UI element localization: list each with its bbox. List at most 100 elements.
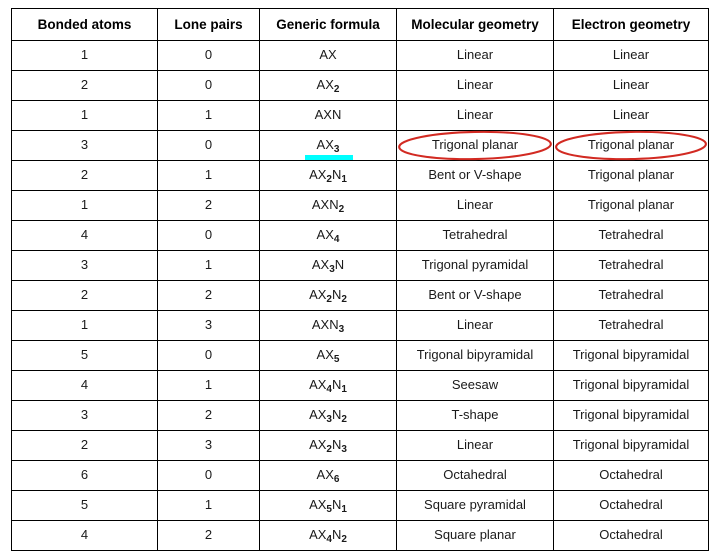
cell-electron-geometry: Octahedral <box>553 460 709 491</box>
table-header-row: Bonded atoms Lone pairs Generic formula … <box>11 8 709 41</box>
cell-generic-formula: AX5N1 <box>259 490 397 521</box>
cell-electron-geometry-text: Linear <box>612 77 650 93</box>
cell-lone-pairs: 0 <box>157 340 260 371</box>
cell-molecular-geometry-text: Linear <box>456 197 494 213</box>
cell-lone-pairs: 1 <box>157 490 260 521</box>
table-row: 3 1 AX3N Trigonal pyramidal Tetrahedral <box>11 250 709 281</box>
formula-text: AXN3 <box>311 317 344 335</box>
cell-molecular-geometry-text: Tetrahedral <box>442 227 508 243</box>
table-row: 1 3 AXN3 Linear Tetrahedral <box>11 310 709 341</box>
cell-bonded-atoms: 2 <box>11 280 158 311</box>
cell-molecular-geometry: Square pyramidal <box>396 490 554 521</box>
cell-bonded-atoms: 5 <box>11 490 158 521</box>
cell-bonded-atoms: 1 <box>11 190 158 221</box>
formula-subscript-x: 6 <box>333 474 340 486</box>
cell-molecular-geometry-text: Trigonal pyramidal <box>421 257 529 273</box>
table-row: 2 2 AX2N2 Bent or V-shape Tetrahedral <box>11 280 709 311</box>
cell-lone-pairs: 1 <box>157 100 260 131</box>
cell-generic-formula: AX3 <box>259 130 397 161</box>
cell-electron-geometry: Linear <box>553 100 709 131</box>
cell-generic-formula: AX5 <box>259 340 397 371</box>
cell-generic-formula: AXN3 <box>259 310 397 341</box>
formula-base: AX <box>309 167 327 183</box>
formula-text: AX4 <box>317 227 340 245</box>
cell-molecular-geometry: Tetrahedral <box>396 220 554 251</box>
cell-generic-formula: AX4 <box>259 220 397 251</box>
cell-lone-pairs: 3 <box>157 310 260 341</box>
formula-base: AX <box>316 467 334 483</box>
formula-nitrogen: N <box>331 527 342 543</box>
cell-bonded-atoms: 2 <box>11 160 158 191</box>
formula-text: AX2 <box>317 77 340 95</box>
cell-electron-geometry-text: Octahedral <box>599 467 663 483</box>
cell-bonded-atoms: 2 <box>11 430 158 461</box>
cell-lone-pairs: 0 <box>157 40 260 71</box>
cell-molecular-geometry: Trigonal pyramidal <box>396 250 554 281</box>
formula-base: AX <box>309 437 327 453</box>
column-header-lone-pairs: Lone pairs <box>157 8 260 41</box>
formula-text: AX2N3 <box>309 437 347 456</box>
formula-nitrogen: N <box>329 197 339 213</box>
cyan-highlight-underline <box>304 154 354 160</box>
cell-molecular-geometry: T-shape <box>396 400 554 431</box>
table-row: 1 0 AX Linear Linear <box>11 40 709 71</box>
formula-nitrogen: N <box>334 257 345 273</box>
cell-molecular-geometry: Linear <box>396 310 554 341</box>
cell-molecular-geometry-text: T-shape <box>451 407 499 423</box>
formula-text: AX5 <box>317 347 340 365</box>
formula-base: AX <box>319 47 337 63</box>
table-row: 4 1 AX4N1 Seesaw Trigonal bipyramidal <box>11 370 709 401</box>
formula-subscript-x: 3 <box>326 414 332 426</box>
cell-molecular-geometry: Bent or V-shape <box>396 280 554 311</box>
cell-electron-geometry-text: Linear <box>612 47 650 63</box>
cell-molecular-geometry: Linear <box>396 430 554 461</box>
cell-bonded-atoms: 6 <box>11 460 158 491</box>
cell-bonded-atoms: 5 <box>11 340 158 371</box>
cell-lone-pairs: 0 <box>157 220 260 251</box>
formula-nitrogen: N <box>331 437 342 453</box>
table-row: 1 1 AXN Linear Linear <box>11 100 709 131</box>
cell-electron-geometry: Linear <box>553 40 709 71</box>
table-body: 1 0 AX Linear Linear 2 0 AX2 Linear Linear 1 1 AXN Li… <box>11 40 709 551</box>
cell-electron-geometry: Trigonal planar <box>553 160 709 191</box>
cell-electron-geometry-text: Trigonal bipyramidal <box>572 347 690 363</box>
cell-electron-geometry: Trigonal planar <box>553 190 709 221</box>
formula-nitrogen: N <box>329 317 339 333</box>
cell-generic-formula: AX4N1 <box>259 370 397 401</box>
formula-text: AXN <box>315 107 342 123</box>
formula-subscript-n: 3 <box>341 444 347 456</box>
table-row: 5 1 AX5N1 Square pyramidal Octahedral <box>11 490 709 521</box>
formula-nitrogen: N <box>331 407 342 423</box>
table-row: 3 2 AX3N2 T-shape Trigonal bipyramidal <box>11 400 709 431</box>
formula-text: AX2N2 <box>309 287 347 306</box>
formula-base: AX <box>311 197 330 213</box>
formula-subscript-n: 2 <box>338 204 345 216</box>
cell-electron-geometry-text: Trigonal bipyramidal <box>572 407 690 423</box>
cell-molecular-geometry-text: Trigonal planar <box>431 137 519 153</box>
cell-electron-geometry-text: Tetrahedral <box>598 287 664 303</box>
cell-molecular-geometry-text: Bent or V-shape <box>428 287 522 303</box>
formula-base: AX <box>309 527 327 543</box>
cell-bonded-atoms: 1 <box>11 100 158 131</box>
cell-electron-geometry-text: Octahedral <box>599 527 663 543</box>
formula-nitrogen: N <box>331 107 342 123</box>
formula-text: AX4N2 <box>309 527 347 545</box>
cell-lone-pairs: 1 <box>157 160 260 191</box>
cell-lone-pairs: 1 <box>157 370 260 401</box>
formula-subscript-n: 1 <box>341 504 347 516</box>
cell-generic-formula: AX2N3 <box>259 430 397 461</box>
formula-text: AX3 <box>304 137 354 160</box>
cell-electron-geometry: Trigonal planar <box>553 130 709 161</box>
cell-electron-geometry: Trigonal bipyramidal <box>553 340 709 371</box>
column-header-bonded-atoms: Bonded atoms <box>11 8 158 41</box>
cell-molecular-geometry-text: Square planar <box>434 527 516 543</box>
cell-electron-geometry-text: Linear <box>612 107 650 123</box>
cell-molecular-geometry: Trigonal planar <box>396 130 554 161</box>
formula-subscript-x: 2 <box>326 294 332 306</box>
cell-electron-geometry: Trigonal bipyramidal <box>553 370 709 401</box>
formula-subscript-x: 5 <box>326 504 332 516</box>
cell-generic-formula: AX <box>259 40 397 71</box>
cell-molecular-geometry: Octahedral <box>396 460 554 491</box>
formula-base: AX <box>311 317 330 333</box>
formula-text: AXN2 <box>311 197 345 216</box>
